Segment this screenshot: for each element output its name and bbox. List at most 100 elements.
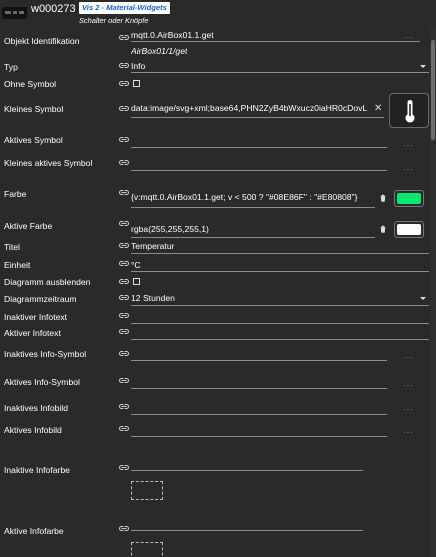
input-underline[interactable] — [131, 388, 387, 389]
field-hide-chart: Diagramm ausblenden — [0, 276, 430, 288]
trash-icon[interactable] — [380, 194, 386, 202]
active-info-color-swatch[interactable] — [131, 542, 163, 557]
link-icon[interactable] — [119, 350, 129, 357]
input-underline — [131, 117, 384, 118]
link-icon[interactable] — [119, 425, 129, 432]
field-inactive-info-icon: Inaktives Info-Symbol ··· — [0, 347, 430, 363]
field-label: Titel — [4, 242, 20, 252]
input-underline[interactable] — [131, 360, 387, 361]
field-label: Inaktives Infobild — [4, 403, 69, 413]
object-id-input[interactable]: mqtt.0.AirBox01.1.get — [131, 30, 391, 40]
widget-thumbnail — [2, 7, 27, 19]
link-icon[interactable] — [119, 525, 129, 532]
field-small-icon: Kleines Symbol data:image/svg+xml;base64… — [0, 100, 430, 120]
field-label: Objekt Identifikation — [4, 36, 80, 46]
link-icon[interactable] — [119, 80, 129, 87]
field-no-icon: Ohne Symbol — [0, 78, 430, 90]
field-active-icon: Aktives Symbol ··· — [0, 133, 430, 151]
link-icon[interactable] — [119, 464, 129, 471]
more-dots-icon[interactable]: ··· — [403, 381, 414, 390]
field-active-info-image: Aktives Infobild ··· — [0, 423, 430, 439]
widget-subtitle: Schalter oder Knöpfe — [79, 16, 149, 25]
widget-set-badge: Vis 2 - Material-Widgets — [79, 2, 170, 14]
input-underline — [131, 41, 420, 42]
inactive-info-color-swatch[interactable] — [131, 481, 163, 500]
unit-input[interactable]: °C — [131, 260, 141, 270]
hide-chart-checkbox[interactable] — [133, 278, 140, 285]
input-underline[interactable] — [131, 170, 387, 171]
link-icon[interactable] — [119, 260, 129, 267]
more-dots-icon[interactable]: ··· — [403, 141, 414, 150]
active-color-swatch-fill — [397, 224, 421, 235]
more-dots-icon[interactable]: ··· — [403, 353, 414, 362]
widget-id: w000273 — [31, 3, 76, 15]
field-active-info-color: Aktive Infofarbe — [0, 523, 430, 557]
type-select[interactable]: Info — [131, 61, 145, 71]
field-label: Typ — [4, 62, 18, 72]
select-underline — [131, 305, 429, 306]
link-icon[interactable] — [119, 136, 129, 143]
link-icon[interactable] — [119, 312, 129, 319]
no-icon-checkbox[interactable] — [133, 80, 140, 87]
link-icon[interactable] — [119, 105, 129, 112]
input-underline[interactable] — [131, 436, 387, 437]
thermometer-icon — [405, 100, 415, 123]
input-underline — [131, 207, 375, 208]
field-label: Kleines aktives Symbol — [4, 158, 93, 168]
field-small-active-icon: Kleines aktives Symbol ··· — [0, 157, 430, 175]
input-underline[interactable] — [131, 323, 429, 324]
small-icon-input[interactable]: data:image/svg+xml;base64,PHN2ZyB4bWxucz… — [131, 103, 371, 113]
scrollbar-thumb[interactable] — [431, 40, 435, 140]
field-label: Inaktiver Infotext — [4, 312, 68, 322]
small-icon-preview[interactable] — [389, 93, 429, 128]
field-inactive-info-color: Inaktive Infofarbe — [0, 462, 430, 502]
link-icon[interactable] — [119, 377, 129, 384]
select-underline — [131, 72, 429, 73]
more-dots-icon[interactable]: ··· — [403, 33, 414, 42]
input-underline — [131, 271, 429, 272]
close-icon[interactable]: ✕ — [374, 104, 382, 114]
active-color-input[interactable]: rgba(255,255,255,1) — [131, 224, 209, 234]
field-type: Typ Info — [0, 60, 430, 76]
field-label: Einheit — [4, 260, 31, 270]
link-icon[interactable] — [119, 328, 129, 335]
caret-down-icon[interactable] — [420, 65, 426, 68]
link-icon[interactable] — [119, 403, 129, 410]
link-icon[interactable] — [119, 220, 129, 227]
more-dots-icon[interactable]: ··· — [403, 165, 414, 174]
more-dots-icon[interactable]: ··· — [403, 428, 414, 437]
field-label: Diagrammzeitraum — [4, 294, 77, 304]
trash-icon[interactable] — [380, 225, 386, 233]
widget-header: w000273 Vis 2 - Material-Widgets Schalte… — [0, 0, 436, 27]
field-label: Aktives Infobild — [4, 425, 62, 435]
color-input[interactable]: {v:mqtt.0.AirBox01.1.get; v < 500 ? "#08… — [131, 192, 371, 202]
field-chart-period: Diagrammzeitraum 12 Stunden — [0, 292, 430, 306]
field-active-color: Aktive Farbe rgba(255,255,255,1) — [0, 217, 430, 239]
link-icon[interactable] — [119, 294, 129, 301]
link-icon[interactable] — [119, 278, 129, 285]
field-label: Inaktives Info-Symbol — [4, 349, 87, 359]
title-input[interactable]: Temperatur — [131, 241, 174, 251]
field-color: Farbe {v:mqtt.0.AirBox01.1.get; v < 500 … — [0, 186, 430, 208]
input-underline — [131, 237, 375, 238]
link-icon[interactable] — [119, 34, 129, 41]
link-icon[interactable] — [119, 242, 129, 249]
input-underline[interactable] — [131, 339, 429, 340]
link-icon[interactable] — [119, 62, 129, 69]
field-unit: Einheit °C — [0, 258, 430, 272]
field-title: Titel Temperatur — [0, 240, 430, 254]
link-icon[interactable] — [119, 189, 129, 196]
active-color-swatch[interactable] — [394, 221, 424, 238]
input-underline[interactable] — [131, 147, 387, 148]
input-underline[interactable] — [131, 470, 363, 471]
input-underline[interactable] — [131, 414, 387, 415]
field-label: Inaktive Infofarbe — [4, 465, 70, 475]
chart-period-select[interactable]: 12 Stunden — [131, 293, 175, 303]
object-id-hint: AirBox01/1/get — [131, 46, 188, 56]
field-label: Aktive Infofarbe — [4, 526, 64, 536]
input-underline[interactable] — [131, 530, 363, 531]
link-icon[interactable] — [119, 159, 129, 166]
more-dots-icon[interactable]: ··· — [403, 405, 414, 414]
caret-down-icon[interactable] — [420, 297, 426, 300]
color-swatch[interactable] — [394, 190, 424, 207]
